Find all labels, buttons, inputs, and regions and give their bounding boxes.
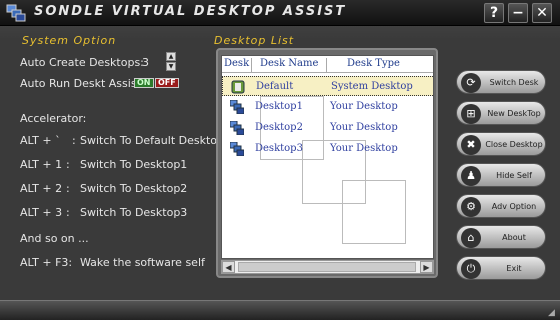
shortcut-sep: :: [72, 134, 76, 147]
scroll-thumb[interactable]: [238, 262, 416, 272]
accelerator-label: Accelerator:: [20, 112, 87, 125]
app-window: Sondle Virtual Desktop Assist ? − ✕ Syst…: [0, 0, 560, 320]
wake-action: Wake the software self: [80, 256, 205, 269]
wake-key: ALT + F3:: [20, 256, 73, 269]
button-label: Close Desktop: [485, 140, 543, 149]
scroll-right-icon[interactable]: ▶: [420, 261, 433, 273]
shortcut-key: ALT + 1: [20, 158, 63, 171]
desktop-row[interactable]: Desktop2 Your Desktop: [222, 118, 433, 138]
desktop-name: Desktop1: [255, 101, 303, 112]
auto-run-on-toggle[interactable]: ON: [134, 78, 154, 88]
shortcut-sep: :: [66, 206, 70, 219]
button-label: About: [502, 233, 526, 242]
desktop-type: Your Desktop: [330, 122, 398, 133]
stepper-up-icon[interactable]: ▲: [166, 52, 176, 61]
new-desktop-button[interactable]: ⊞ New DeskTop: [456, 101, 546, 125]
desktop-icon: [230, 142, 244, 156]
stepper-down-icon[interactable]: ▼: [166, 62, 176, 71]
desktop-name: Default: [256, 81, 294, 92]
about-button[interactable]: ⌂ About: [456, 225, 546, 249]
home-icon: ⌂: [461, 228, 481, 248]
shortcut-action: Switch To Desktop3: [80, 206, 188, 219]
close-x-icon: ✖: [461, 135, 481, 155]
hide-self-button[interactable]: ♟ Hide Self: [456, 163, 546, 187]
app-logo-icon: [6, 4, 26, 22]
help-button[interactable]: ?: [484, 3, 504, 23]
button-label: Switch Desk: [489, 78, 539, 87]
users-icon: ♟: [461, 166, 481, 186]
power-icon: ⏻: [461, 259, 481, 279]
status-bar: [0, 300, 560, 320]
switch-desk-button[interactable]: ⟳ Switch Desk: [456, 70, 546, 94]
minimize-button[interactable]: −: [508, 3, 528, 23]
shortcut-action: Switch To Desktop1: [80, 158, 188, 171]
desktop-name: Desktop3: [255, 143, 303, 154]
exit-button[interactable]: ⏻ Exit: [456, 256, 546, 280]
preview-outline: [342, 180, 406, 244]
col-header-desk[interactable]: Desk: [222, 58, 252, 72]
auto-create-value[interactable]: 3: [142, 56, 149, 69]
desktop-list[interactable]: Desk Desk Name Desk Type Default System …: [221, 55, 434, 259]
shortcut-sep: :: [66, 182, 70, 195]
window-title: Sondle Virtual Desktop Assist: [34, 4, 347, 19]
shortcut-action: Switch To Desktop2: [80, 182, 188, 195]
shortcut-key: ALT + 3: [20, 206, 63, 219]
and-so-on-text: And so on ...: [20, 232, 89, 245]
close-button[interactable]: ✕: [532, 3, 552, 23]
shortcut-key: ALT + 2: [20, 182, 63, 195]
desktop-row[interactable]: Desktop3 Your Desktop: [222, 139, 433, 159]
desktop-row[interactable]: Default System Desktop: [222, 76, 433, 96]
resize-grip-icon[interactable]: ◢: [548, 308, 558, 318]
windows-icon: ⊞: [461, 104, 481, 124]
col-header-name[interactable]: Desk Name: [252, 58, 327, 72]
desktop-type: Your Desktop: [330, 101, 398, 112]
desktop-list-title: Desktop List: [214, 34, 295, 47]
list-header: Desk Desk Name Desk Type: [222, 56, 433, 73]
col-header-type[interactable]: Desk Type: [327, 58, 433, 72]
auto-run-off-toggle[interactable]: OFF: [155, 78, 179, 88]
horizontal-scrollbar[interactable]: ◀ ▶: [221, 260, 434, 274]
desktop-list-panel: Desk Desk Name Desk Type Default System …: [216, 48, 438, 278]
desktop-type: System Desktop: [331, 81, 413, 92]
button-label: Hide Self: [496, 171, 532, 180]
button-label: Exit: [506, 264, 522, 273]
auto-create-stepper[interactable]: ▲ ▼: [166, 52, 176, 72]
button-label: New DeskTop: [487, 109, 541, 118]
desktop-row[interactable]: Desktop1 Your Desktop: [222, 97, 433, 117]
shortcut-key: ALT + `: [20, 134, 61, 147]
gear-icon: ⚙: [461, 197, 481, 217]
scroll-left-icon[interactable]: ◀: [222, 261, 235, 273]
auto-run-label: Auto Run Deskt Assist:: [20, 77, 145, 90]
desktop-name: Desktop2: [255, 122, 303, 133]
switch-icon: ⟳: [461, 73, 481, 93]
desktop-icon: [230, 121, 244, 135]
auto-create-label: Auto Create Desktops:: [20, 56, 144, 69]
shortcut-action: Switch To Default Desktop: [80, 134, 224, 147]
adv-option-button[interactable]: ⚙ Adv Option: [456, 194, 546, 218]
shortcut-sep: :: [66, 158, 70, 171]
title-bar[interactable]: Sondle Virtual Desktop Assist ? − ✕: [0, 0, 560, 26]
system-option-title: System Option: [22, 34, 117, 47]
desktop-icon: [230, 100, 244, 114]
close-desktop-button[interactable]: ✖ Close Desktop: [456, 132, 546, 156]
button-label: Adv Option: [491, 202, 537, 211]
desktop-type: Your Desktop: [330, 143, 398, 154]
default-desktop-icon: [231, 80, 245, 94]
